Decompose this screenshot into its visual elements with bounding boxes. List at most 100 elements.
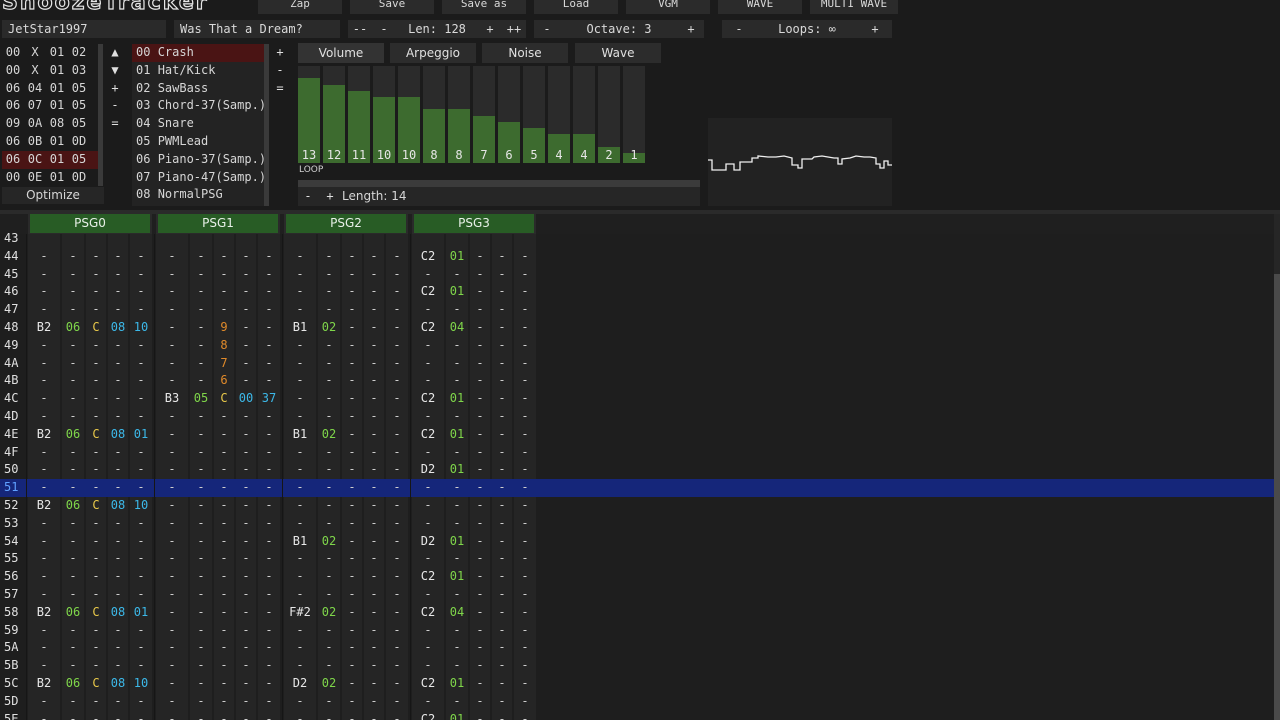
effect-cell[interactable]: - (108, 248, 128, 266)
volume-cell[interactable]: - (86, 550, 106, 568)
note-cell[interactable]: C2 (412, 426, 444, 444)
volume-cell[interactable]: - (470, 355, 490, 373)
effect-value-cell[interactable]: - (130, 711, 152, 720)
effect-value-cell[interactable]: - (514, 337, 536, 355)
volume-cell[interactable]: - (470, 248, 490, 266)
instrument-cell[interactable] (62, 230, 84, 248)
instrument-cell[interactable]: - (62, 657, 84, 675)
envelope-length-inc-button[interactable]: + (320, 187, 340, 206)
pattern-row[interactable]: 4F - - - - - - - - - - - - - - - - - - - - (0, 444, 1274, 462)
volume-cell[interactable]: - (86, 586, 106, 604)
effect-value-cell[interactable]: - (386, 639, 408, 657)
note-cell[interactable]: B1 (284, 426, 316, 444)
pattern-row[interactable]: 52 B2 06 C 08 10- - - - - - - - - - - - - - - (0, 497, 1274, 515)
pattern-row[interactable]: 4C - - - - - B3 05 C 00 37- - - - - C2 01- - - (0, 390, 1274, 408)
note-cell[interactable]: - (28, 408, 60, 426)
instrument-cell[interactable]: - (62, 408, 84, 426)
effect-cell[interactable]: - (108, 390, 128, 408)
zap-button[interactable]: Zap (258, 0, 342, 14)
volume-cell[interactable]: - (214, 675, 234, 693)
effect-cell[interactable]: - (108, 444, 128, 462)
volume-cell[interactable]: C (86, 675, 106, 693)
effect-value-cell[interactable]: - (258, 248, 280, 266)
instrument-cell[interactable]: 01 (446, 283, 468, 301)
order-cell[interactable]: 0C (24, 151, 46, 169)
pattern-row[interactable]: 58 B2 06 C 08 01- - - - - F#2 02- - - C2 04- - - (0, 604, 1274, 622)
instrument-cell[interactable] (190, 230, 212, 248)
effect-cell[interactable]: - (492, 533, 512, 551)
order-cell[interactable]: 09 (2, 115, 24, 133)
length-dec-button[interactable]: - (372, 20, 396, 38)
effect-cell[interactable]: - (108, 408, 128, 426)
instrument-cell[interactable]: - (62, 550, 84, 568)
instrument-item[interactable]: 05 PWMLead (132, 133, 264, 151)
effect-cell[interactable]: - (492, 586, 512, 604)
effect-value-cell[interactable]: - (514, 408, 536, 426)
note-cell[interactable]: - (156, 533, 188, 551)
effect-cell[interactable]: - (364, 515, 384, 533)
volume-cell[interactable]: - (342, 568, 362, 586)
order-row[interactable]: 00 X 01 03 (2, 62, 98, 80)
order-cell[interactable]: 07 (24, 97, 46, 115)
order-row[interactable]: 09 0A 08 05 (2, 115, 98, 133)
note-cell[interactable]: C2 (412, 711, 444, 720)
effect-cell[interactable]: - (236, 657, 256, 675)
volume-cell[interactable]: - (342, 675, 362, 693)
pattern-row[interactable]: 4E B2 06 C 08 01- - - - - B1 02- - - C2 01- - - (0, 426, 1274, 444)
instrument-cell[interactable]: - (318, 337, 340, 355)
effect-value-cell[interactable]: - (258, 533, 280, 551)
note-cell[interactable]: - (284, 408, 316, 426)
effect-cell[interactable]: - (236, 337, 256, 355)
note-cell[interactable]: B1 (284, 533, 316, 551)
note-cell[interactable]: - (28, 390, 60, 408)
effect-cell[interactable]: - (108, 711, 128, 720)
effect-cell[interactable]: - (364, 568, 384, 586)
effect-value-cell[interactable]: - (386, 337, 408, 355)
pattern-row[interactable]: 4B - - - - - - -6- - - - - - - - - - - - (0, 372, 1274, 390)
order-cell[interactable]: 00 (2, 44, 24, 62)
instrument-cell[interactable]: 01 (446, 426, 468, 444)
instrument-cell[interactable]: - (62, 479, 84, 497)
effect-cell[interactable]: - (236, 604, 256, 622)
note-cell[interactable]: - (284, 568, 316, 586)
note-cell[interactable]: - (156, 426, 188, 444)
instrument-cell[interactable]: - (446, 515, 468, 533)
effect-cell[interactable]: - (236, 622, 256, 640)
effect-cell[interactable]: - (364, 622, 384, 640)
effect-cell[interactable]: - (492, 408, 512, 426)
volume-cell[interactable]: - (342, 408, 362, 426)
volume-cell[interactable]: - (214, 515, 234, 533)
instrument-cell[interactable]: - (62, 639, 84, 657)
instrument-cell[interactable]: - (190, 604, 212, 622)
effect-value-cell[interactable]: 10 (130, 319, 152, 337)
volume-cell[interactable]: - (86, 248, 106, 266)
effect-cell[interactable]: - (364, 337, 384, 355)
effect-value-cell[interactable]: - (386, 355, 408, 373)
effect-value-cell[interactable]: - (514, 675, 536, 693)
order-cell[interactable]: 01 (46, 80, 68, 98)
note-cell[interactable]: - (156, 639, 188, 657)
volume-envelope-graph[interactable]: 13 12 11 10 10 8 8 7 6 5 4 4 2 1 (298, 66, 646, 163)
instrument-cell[interactable]: - (190, 675, 212, 693)
volume-cell[interactable]: - (342, 550, 362, 568)
volume-cell[interactable]: - (214, 301, 234, 319)
volume-cell[interactable]: - (86, 639, 106, 657)
note-cell[interactable]: - (156, 479, 188, 497)
volume-cell[interactable]: 7 (214, 355, 234, 373)
pattern-row[interactable]: 57- - - - - - - - - - - - - - - - - - - - (0, 586, 1274, 604)
note-cell[interactable]: B1 (284, 319, 316, 337)
effect-cell[interactable]: - (492, 444, 512, 462)
note-cell[interactable]: C2 (412, 604, 444, 622)
effect-value-cell[interactable]: - (514, 444, 536, 462)
instrument-cell[interactable]: - (446, 479, 468, 497)
note-cell[interactable]: - (28, 693, 60, 711)
note-cell[interactable]: - (156, 461, 188, 479)
note-cell[interactable]: - (28, 355, 60, 373)
volume-cell[interactable]: - (86, 622, 106, 640)
effect-cell[interactable]: - (364, 657, 384, 675)
effect-value-cell[interactable]: - (386, 657, 408, 675)
volume-cell[interactable]: - (470, 372, 490, 390)
effect-value-cell[interactable]: - (386, 533, 408, 551)
effect-value-cell[interactable]: - (130, 639, 152, 657)
order-cell[interactable]: 08 (46, 115, 68, 133)
